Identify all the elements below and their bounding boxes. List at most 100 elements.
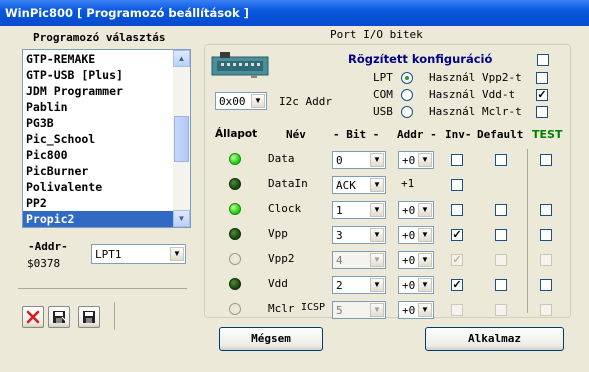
chevron-down-icon[interactable]: ▼	[370, 303, 384, 317]
signal-name: DataIn	[268, 177, 308, 190]
addr-value: +0	[402, 304, 416, 317]
bit-select[interactable]: 5 ▼	[332, 301, 386, 319]
addr-select[interactable]: +0 ▼	[398, 301, 434, 319]
port-radio-label-lpt: LPT	[373, 71, 393, 84]
bit-select[interactable]: ACK ▼	[332, 176, 386, 194]
chevron-down-icon[interactable]: ▼	[370, 178, 384, 192]
chevron-down-icon[interactable]: ▼	[370, 278, 384, 292]
default-checkbox[interactable]	[495, 304, 507, 316]
port-select[interactable]: LPT1 ▼	[91, 244, 186, 264]
chevron-down-icon[interactable]: ▼	[251, 94, 265, 108]
i2c-addr-select[interactable]: 0x00 ▼	[215, 92, 267, 110]
default-checkbox[interactable]	[495, 279, 507, 291]
col-name: Név	[286, 128, 306, 141]
list-scrollbar[interactable]: ▲ ▼	[173, 50, 190, 227]
bit-select[interactable]: 2 ▼	[332, 276, 386, 294]
port-radio-label-com: COM	[373, 88, 393, 101]
addr-label: -Addr-	[28, 240, 68, 253]
test-checkbox[interactable]	[540, 304, 552, 316]
chevron-down-icon[interactable]: ▼	[370, 153, 384, 167]
list-item[interactable]: GTP-USB [Plus]	[23, 67, 173, 84]
cancel-button[interactable]: Mégsem	[219, 327, 323, 351]
apply-button[interactable]: Alkalmaz	[425, 327, 564, 351]
list-item[interactable]: PP2	[23, 195, 173, 212]
scroll-up-icon[interactable]: ▲	[173, 50, 190, 67]
scroll-thumb[interactable]	[174, 116, 189, 162]
option-checkbox[interactable]: ✓	[536, 89, 548, 101]
bit-select[interactable]: 0 ▼	[332, 151, 386, 169]
chevron-down-icon[interactable]: ▼	[418, 253, 432, 267]
delete-button[interactable]	[22, 306, 44, 328]
addr-select[interactable]: +0 ▼	[398, 151, 434, 169]
bit-select[interactable]: 1 ▼	[332, 201, 386, 219]
list-item[interactable]: GTP-REMAKE	[23, 51, 173, 68]
chevron-down-icon[interactable]: ▼	[370, 203, 384, 217]
programmer-list[interactable]: GTP-REMAKE GTP-USB [Plus] JDM Programmer Pa…	[22, 49, 191, 228]
addr-select[interactable]: +0 ▼	[398, 276, 434, 294]
list-item[interactable]: PicBurner	[23, 163, 173, 180]
col-addr: Addr -	[397, 128, 437, 141]
chevron-down-icon[interactable]: ▼	[418, 278, 432, 292]
list-item[interactable]: PG3B	[23, 115, 173, 132]
signal-name: Vpp	[268, 227, 288, 240]
test-checkbox[interactable]	[540, 279, 552, 291]
option-checkbox[interactable]	[536, 106, 548, 118]
inv-checkbox[interactable]	[451, 204, 463, 216]
save-as-button[interactable]	[48, 306, 70, 328]
delete-icon	[26, 310, 40, 324]
inv-checkbox[interactable]	[451, 179, 463, 191]
status-led-icon	[229, 278, 241, 290]
inv-checkbox[interactable]: ✓	[451, 229, 463, 241]
scroll-down-icon[interactable]: ▼	[173, 210, 190, 227]
port-radio-label-usb: USB	[373, 105, 393, 118]
list-item[interactable]: Pic_School	[23, 131, 173, 148]
chevron-down-icon[interactable]: ▼	[418, 153, 432, 167]
port-io-group	[204, 44, 571, 318]
bit-value: 2	[336, 279, 343, 292]
test-checkbox[interactable]	[540, 254, 552, 266]
inv-checkbox[interactable]	[451, 304, 463, 316]
chevron-down-icon[interactable]: ▼	[418, 203, 432, 217]
test-checkbox[interactable]	[540, 229, 552, 241]
test-checkbox[interactable]	[540, 204, 552, 216]
default-checkbox[interactable]	[495, 254, 507, 266]
port-radio-com[interactable]	[401, 89, 413, 101]
fixed-config-checkbox[interactable]	[537, 54, 549, 66]
inv-checkbox[interactable]: ✓	[451, 279, 463, 291]
option-label: Használ Vpp2-t	[429, 71, 522, 84]
chevron-down-icon[interactable]: ▼	[370, 253, 384, 267]
save-icon	[83, 311, 95, 323]
bit-value: 5	[336, 304, 343, 317]
port-radio-usb[interactable]	[401, 106, 413, 118]
list-item[interactable]: Pablin	[23, 99, 173, 116]
chevron-down-icon[interactable]: ▼	[370, 228, 384, 242]
test-checkbox[interactable]	[540, 154, 552, 166]
default-checkbox[interactable]	[495, 204, 507, 216]
default-checkbox[interactable]	[495, 154, 507, 166]
inv-checkbox[interactable]: ✓	[451, 254, 463, 266]
list-item[interactable]: Propic2	[23, 211, 173, 227]
addr-select[interactable]: +0 ▼	[398, 226, 434, 244]
save-as-icon	[53, 311, 67, 323]
bit-select[interactable]: 4 ▼	[332, 251, 386, 269]
addr-value: +0	[402, 254, 416, 267]
default-checkbox[interactable]	[495, 229, 507, 241]
addr-select[interactable]: +0 ▼	[398, 201, 434, 219]
addr-value: +0	[402, 279, 416, 292]
chevron-down-icon[interactable]: ▼	[418, 228, 432, 242]
option-checkbox[interactable]	[536, 72, 548, 84]
inv-checkbox[interactable]	[451, 154, 463, 166]
chevron-down-icon[interactable]: ▼	[170, 247, 184, 261]
list-item[interactable]: Pic800	[23, 147, 173, 164]
chevron-down-icon[interactable]: ▼	[418, 303, 432, 317]
col-state: Állapot	[215, 128, 258, 140]
save-button[interactable]	[78, 306, 100, 328]
port-select-value: LPT1	[95, 248, 122, 261]
signal-name: Clock	[268, 202, 302, 215]
addr-select[interactable]: +0 ▼	[398, 251, 434, 269]
list-item[interactable]: Polivalente	[23, 179, 173, 196]
bit-value: 3	[336, 229, 343, 242]
bit-select[interactable]: 3 ▼	[332, 226, 386, 244]
list-item[interactable]: JDM Programmer	[23, 83, 173, 100]
port-radio-lpt[interactable]	[401, 72, 413, 84]
